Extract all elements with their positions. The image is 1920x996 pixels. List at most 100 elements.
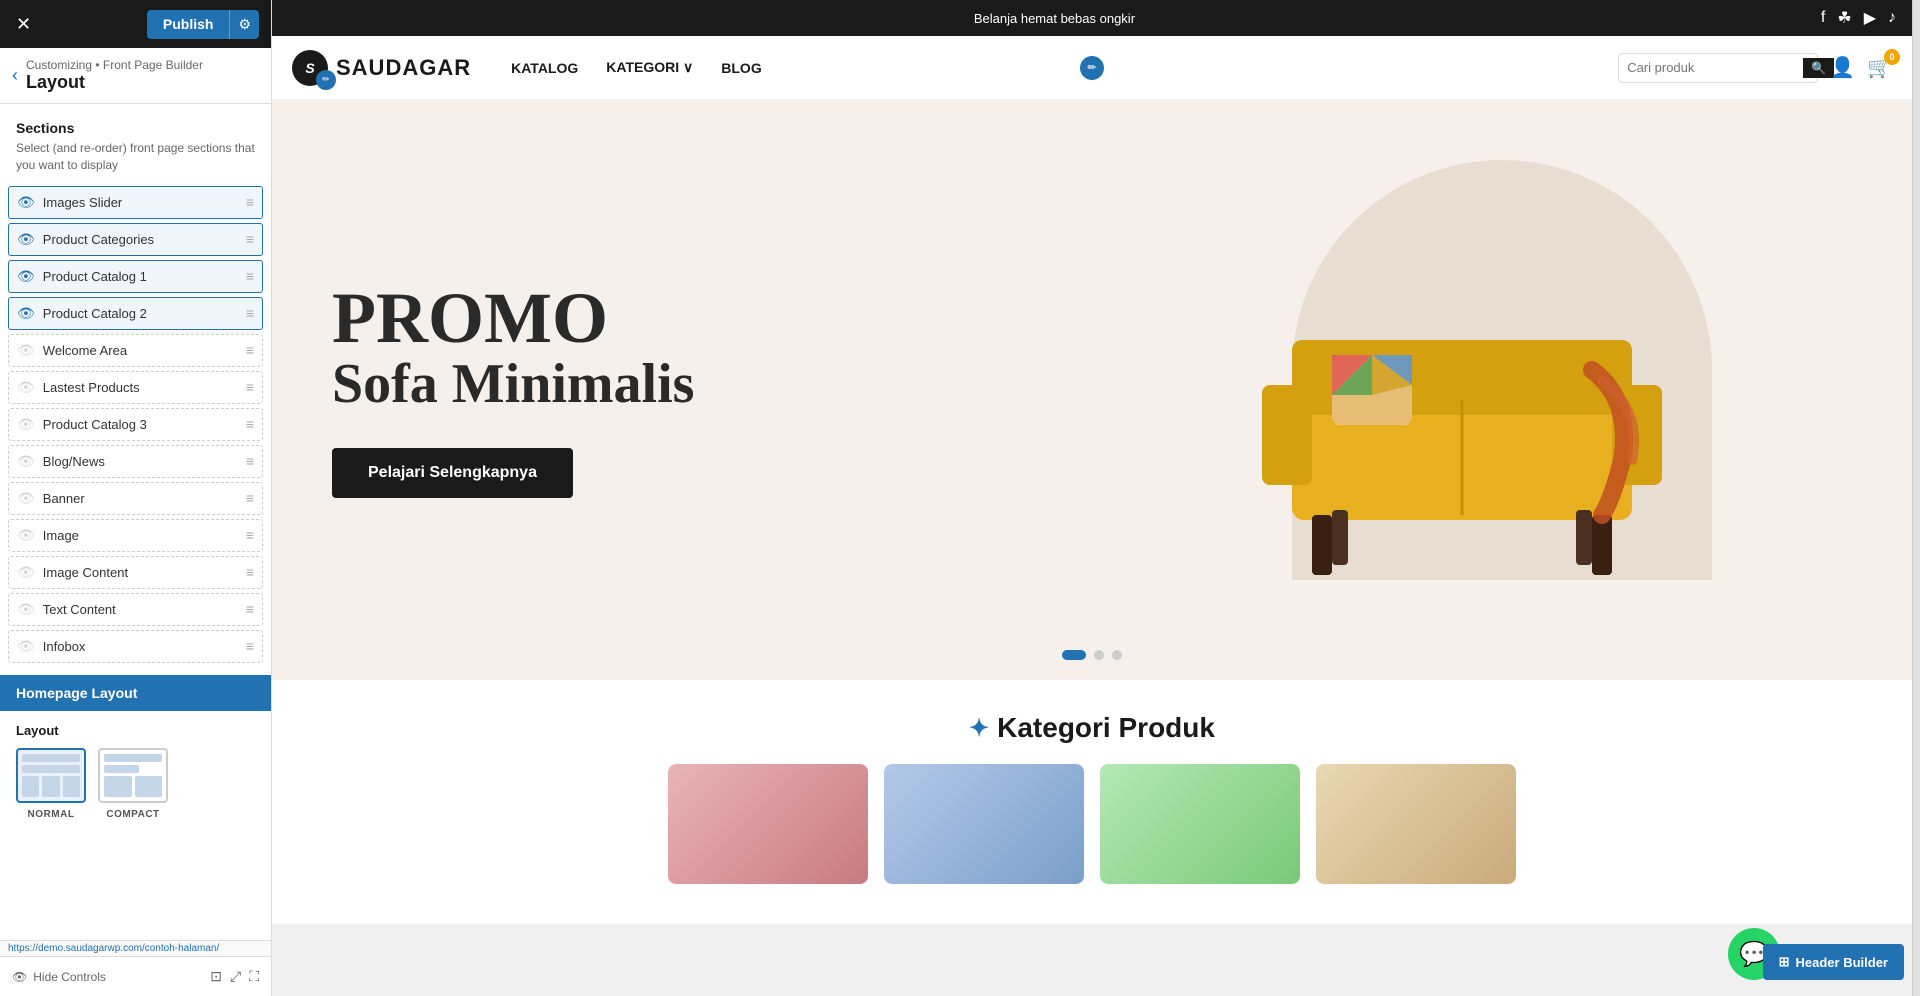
thumb-bar: [22, 754, 80, 762]
thumb-bar-row: [22, 776, 80, 797]
layout-compact-label: COMPACT: [106, 809, 159, 820]
header-builder-button[interactable]: ⊞ Header Builder: [1763, 944, 1904, 980]
visibility-icon: 👁: [17, 416, 35, 433]
section-item-product-catalog-2[interactable]: 👁 Product Catalog 2 ≡: [8, 297, 263, 330]
search-input[interactable]: [1627, 60, 1803, 75]
category-card-1[interactable]: [668, 764, 868, 884]
section-item-infobox[interactable]: 👁 Infobox ≡: [8, 630, 263, 663]
section-item-product-catalog-3[interactable]: 👁 Product Catalog 3 ≡: [8, 408, 263, 441]
section-item-product-catalog-1[interactable]: 👁 Product Catalog 1 ≡: [8, 260, 263, 293]
panel-bottom: 👁 Hide Controls ⊡ ⤢ ⛶: [0, 956, 271, 996]
nav-edit-pencil[interactable]: ✏: [1080, 56, 1104, 80]
visibility-icon: 👁: [17, 601, 35, 618]
visibility-icon: 👁: [17, 453, 35, 470]
section-item-lastest-products[interactable]: 👁 Lastest Products ≡: [8, 371, 263, 404]
drag-handle[interactable]: ≡: [246, 342, 254, 358]
visibility-icon: 👁: [17, 268, 35, 285]
section-name: Product Categories: [43, 232, 246, 247]
search-box[interactable]: 🔍: [1618, 53, 1818, 83]
gear-button[interactable]: ⚙: [229, 10, 259, 39]
thumb-col: [22, 776, 39, 797]
cart-badge[interactable]: 🛒 0: [1867, 55, 1892, 80]
drag-handle[interactable]: ≡: [246, 638, 254, 654]
publish-button[interactable]: Publish: [147, 10, 230, 39]
drag-handle[interactable]: ≡: [246, 601, 254, 617]
section-item-image-content[interactable]: 👁 Image Content ≡: [8, 556, 263, 589]
breadcrumb-info: Customizing • Front Page Builder Layout: [26, 58, 203, 93]
panel-header: ✕ Publish ⚙: [0, 0, 271, 48]
right-scrollbar[interactable]: [1912, 0, 1920, 996]
drag-handle[interactable]: ≡: [246, 564, 254, 580]
back-button[interactable]: ‹: [12, 65, 18, 86]
section-title-area: ✦ Kategori Produk: [272, 680, 1912, 764]
carousel-dot-3[interactable]: [1112, 650, 1122, 660]
sections-title: Sections: [16, 120, 255, 136]
hero-image-area: [1092, 160, 1852, 620]
close-button[interactable]: ✕: [12, 10, 35, 39]
drag-handle[interactable]: ≡: [246, 490, 254, 506]
hero-cta-button[interactable]: Pelajari Selengkapnya: [332, 448, 573, 498]
visibility-icon: 👁: [17, 231, 35, 248]
logo-edit-pencil[interactable]: ✏: [316, 70, 336, 90]
visibility-icon: 👁: [17, 379, 35, 396]
fullscreen-icon[interactable]: ⛶: [249, 968, 259, 985]
drag-handle[interactable]: ≡: [246, 527, 254, 543]
nav-katalog[interactable]: KATALOG: [511, 60, 578, 76]
user-icon[interactable]: 👤: [1830, 55, 1855, 80]
tiktok-icon[interactable]: ♪: [1888, 9, 1896, 27]
bottom-icons: ⊡ ⤢ ⛶: [210, 968, 259, 985]
drag-handle[interactable]: ≡: [246, 416, 254, 432]
external-icon[interactable]: ⤢: [230, 968, 241, 985]
breadcrumb-text: Customizing • Front Page Builder: [26, 58, 203, 72]
logo-text: SAUDAGAR: [336, 55, 471, 81]
layout-option-compact[interactable]: COMPACT: [98, 748, 168, 820]
sofa-image: [1232, 200, 1692, 620]
section-item-images-slider[interactable]: 👁 Images Slider ≡: [8, 186, 263, 219]
category-card-2[interactable]: [884, 764, 1084, 884]
category-icon: ✦: [969, 714, 989, 743]
section-item-welcome-area[interactable]: 👁 Welcome Area ≡: [8, 334, 263, 367]
section-name: Product Catalog 1: [43, 269, 246, 284]
category-card-3[interactable]: [1100, 764, 1300, 884]
panel-content: Sections Select (and re-order) front pag…: [0, 104, 271, 996]
homepage-layout-bar: Homepage Layout: [0, 675, 271, 711]
visibility-icon: 👁: [17, 638, 35, 655]
section-item-blog/news[interactable]: 👁 Blog/News ≡: [8, 445, 263, 478]
category-card-4[interactable]: [1316, 764, 1516, 884]
nav-right: 🔍 👤 🛒 0: [1618, 53, 1892, 83]
drag-handle[interactable]: ≡: [246, 453, 254, 469]
section-item-text-content[interactable]: 👁 Text Content ≡: [8, 593, 263, 626]
nav-kategori[interactable]: KATEGORI ∨: [606, 59, 693, 76]
youtube-icon[interactable]: ▶: [1864, 8, 1876, 28]
preview-icon[interactable]: ⊡: [210, 968, 222, 985]
section-name: Image: [43, 528, 246, 543]
section-name: Banner: [43, 491, 246, 506]
drag-handle[interactable]: ≡: [246, 194, 254, 210]
nav-blog[interactable]: BLOG: [721, 60, 761, 76]
logo-icon: S ✏: [292, 50, 328, 86]
carousel-dot-2[interactable]: [1094, 650, 1104, 660]
sections-header: Sections Select (and re-order) front pag…: [0, 104, 271, 178]
hide-controls-button[interactable]: 👁 Hide Controls: [12, 970, 106, 984]
section-name: Infobox: [43, 639, 246, 654]
thumb-bar-row: [104, 776, 162, 797]
instagram-icon[interactable]: ☘: [1837, 8, 1851, 28]
facebook-icon[interactable]: f: [1821, 9, 1825, 27]
site-logo: S ✏: [292, 50, 328, 86]
section-item-product-categories[interactable]: 👁 Product Categories ≡: [8, 223, 263, 256]
categories-section: ✦ Kategori Produk: [272, 680, 1912, 924]
categories-heading-text: Kategori Produk: [997, 712, 1215, 744]
hero-subtitle-text: Sofa Minimalis: [332, 354, 1092, 416]
drag-handle[interactable]: ≡: [246, 231, 254, 247]
carousel-dot-active[interactable]: [1062, 650, 1086, 660]
section-item-image[interactable]: 👁 Image ≡: [8, 519, 263, 552]
section-item-banner[interactable]: 👁 Banner ≡: [8, 482, 263, 515]
drag-handle[interactable]: ≡: [246, 305, 254, 321]
drag-handle[interactable]: ≡: [246, 268, 254, 284]
drag-handle[interactable]: ≡: [246, 379, 254, 395]
customizer-panel: ✕ Publish ⚙ ‹ Customizing • Front Page B…: [0, 0, 272, 996]
hero-section: PROMO Sofa Minimalis Pelajari Selengkapn…: [272, 100, 1912, 680]
url-bar: https://demo.saudagarwp.com/contoh-halam…: [0, 940, 271, 956]
categories-heading: ✦ Kategori Produk: [292, 712, 1892, 744]
layout-option-normal[interactable]: NORMAL: [16, 748, 86, 820]
